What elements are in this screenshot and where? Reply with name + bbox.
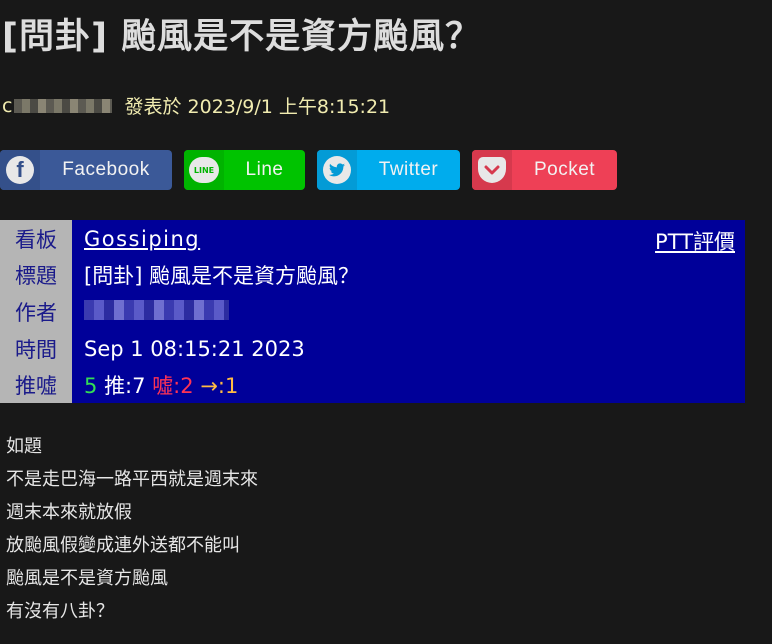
author-key: 作者 [15, 301, 57, 325]
share-pocket-label: Pocket [533, 159, 596, 180]
push-key: 推噓 [15, 374, 57, 398]
push-down-count: 噓:2 [152, 374, 194, 398]
share-twitter-button[interactable]: Twitter [317, 150, 460, 190]
posted-label: 發表於 [124, 96, 182, 118]
article-body: 如題 不是走巴海一路平西就是週末來 週末本來就放假 放颱風假變成連外送都不能叫 … [6, 430, 258, 628]
time-key: 時間 [15, 338, 57, 362]
body-line: 颱風是不是資方颱風 [6, 568, 168, 589]
info-row-push: 推噓 5 推:7 噓:2 →:1 [0, 367, 745, 403]
body-line: 放颱風假變成連外送都不能叫 [6, 535, 240, 556]
twitter-icon [317, 150, 357, 190]
board-link[interactable]: Gossiping [84, 227, 200, 251]
share-facebook-button[interactable]: f Facebook [0, 150, 172, 190]
pocket-icon [472, 150, 512, 190]
article-info-table: 看板 Gossiping PTT評價 標題 [問卦] 颱風是不是資方颱風？ 作者… [0, 220, 745, 403]
share-line-button[interactable]: LINE Line [184, 150, 305, 190]
author-prefix: c [2, 94, 13, 117]
info-row-title: 標題 [問卦] 颱風是不是資方颱風？ [0, 257, 745, 293]
line-icon: LINE [184, 150, 224, 190]
body-line: 如題 [6, 436, 42, 457]
time-value: Sep 1 08:15:21 2023 [84, 337, 305, 361]
body-line: 不是走巴海一路平西就是週末來 [6, 469, 258, 490]
author-name-blurred [14, 98, 113, 113]
share-twitter-label: Twitter [378, 159, 439, 180]
title-key: 標題 [15, 264, 57, 288]
share-pocket-button[interactable]: Pocket [472, 150, 617, 190]
push-stats: 5 推:7 噓:2 →:1 [84, 370, 238, 400]
author-value-blurred [84, 299, 229, 320]
article-meta: c 發表於 2023/9/1 上午8:15:21 [2, 92, 390, 119]
body-line: 週末本來就放假 [6, 502, 132, 523]
push-total: 5 [84, 374, 98, 398]
info-row-board: 看板 Gossiping [0, 221, 745, 257]
posted-datetime: 2023/9/1 上午8:15:21 [187, 96, 391, 118]
info-row-author: 作者 [0, 294, 745, 330]
body-line: 有沒有八卦？ [6, 601, 114, 622]
facebook-icon: f [0, 150, 40, 190]
ptt-rating-link[interactable]: PTT評價 [655, 226, 735, 256]
push-up-count: 推:7 [104, 374, 146, 398]
article-title: [問卦] 颱風是不是資方颱風？ [2, 17, 482, 57]
title-value: [問卦] 颱風是不是資方颱風？ [84, 264, 360, 288]
board-key: 看板 [15, 228, 57, 252]
share-facebook-label: Facebook [62, 159, 150, 180]
push-arrow-count: →:1 [200, 374, 239, 398]
share-line-label: Line [245, 159, 284, 180]
info-row-time: 時間 Sep 1 08:15:21 2023 [0, 331, 745, 367]
